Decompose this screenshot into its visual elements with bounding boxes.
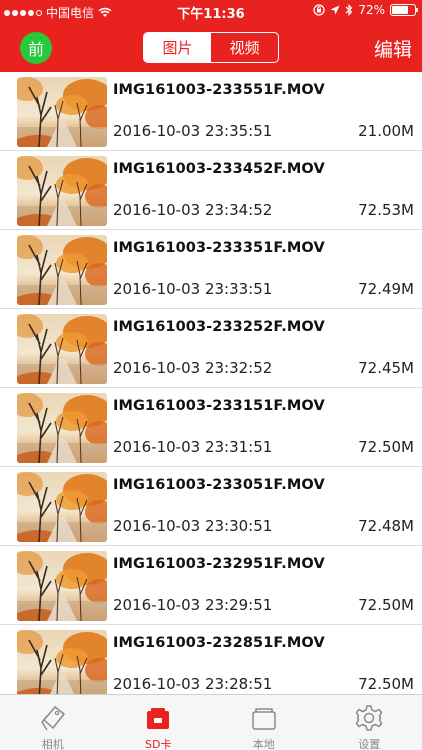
file-row[interactable]: IMG161003-233252F.MOV 2016-10-03 23:32:52… [0,309,422,388]
file-datetime: 2016-10-03 23:32:52 [113,359,273,377]
file-size: 72.50M [358,438,414,456]
file-row[interactable]: IMG161003-233551F.MOV 2016-10-03 23:35:51… [0,72,422,151]
tab-sd-card[interactable]: SD卡 [106,695,212,750]
file-row[interactable]: IMG161003-233151F.MOV 2016-10-03 23:31:51… [0,388,422,467]
tab-sd-card-label: SD卡 [145,738,172,750]
gear-icon [356,705,383,731]
file-name: IMG161003-232951F.MOV [113,556,325,572]
file-name: IMG161003-233351F.MOV [113,240,325,256]
file-row[interactable]: IMG161003-233351F.MOV 2016-10-03 23:33:51… [0,230,422,309]
file-size: 72.49M [358,280,414,298]
battery-level-fill [392,6,408,14]
video-thumbnail [17,393,107,463]
edit-button[interactable]: 编辑 [374,35,412,62]
tab-camera-label: 相机 [41,738,64,750]
file-datetime: 2016-10-03 23:31:51 [113,438,273,456]
video-thumbnail [17,630,107,694]
camera-tag-icon [41,706,65,731]
tab-local[interactable]: 本地 [211,695,317,750]
file-row[interactable]: IMG161003-233051F.MOV 2016-10-03 23:30:51… [0,467,422,546]
tab-settings[interactable]: 设置 [317,695,422,750]
tab-local-label: 本地 [252,738,275,750]
video-thumbnail [17,235,107,305]
status-right: 72% [313,3,418,17]
status-bar: 中国电信 下午11:36 72% [0,0,422,22]
file-list: IMG161003-233551F.MOV 2016-10-03 23:35:51… [0,72,422,694]
location-icon [330,5,340,15]
file-row[interactable]: IMG161003-232851F.MOV 2016-10-03 23:28:51… [0,625,422,694]
sd-card-icon [147,708,170,729]
segment-photos[interactable]: 图片 [144,33,211,62]
tab-settings-label: 设置 [358,738,381,750]
video-thumbnail [17,156,107,226]
file-datetime: 2016-10-03 23:28:51 [113,675,273,693]
file-datetime: 2016-10-03 23:33:51 [113,280,273,298]
file-name: IMG161003-233252F.MOV [113,319,325,335]
bluetooth-icon [345,4,353,16]
file-datetime: 2016-10-03 23:29:51 [113,596,273,614]
file-name: IMG161003-233551F.MOV [113,82,325,98]
file-size: 72.45M [358,359,414,377]
tab-bar: 相机 SD卡 本地 设置 [0,694,422,750]
front-camera-button[interactable]: 前 [20,32,52,64]
file-size: 72.53M [358,201,414,219]
rotation-lock-icon [313,4,325,16]
tab-camera[interactable]: 相机 [0,695,106,750]
file-size: 72.50M [358,596,414,614]
segment-videos[interactable]: 视频 [211,33,278,62]
file-name: IMG161003-232851F.MOV [113,635,325,651]
file-datetime: 2016-10-03 23:34:52 [113,201,273,219]
video-thumbnail [17,472,107,542]
file-name: IMG161003-233051F.MOV [113,477,325,493]
nav-bar: 前 图片 视频 编辑 [0,22,422,72]
file-size: 72.50M [358,675,414,693]
video-thumbnail [17,77,107,147]
battery-icon [390,4,418,16]
file-name: IMG161003-233452F.MOV [113,161,325,177]
file-name: IMG161003-233151F.MOV [113,398,325,414]
file-size: 21.00M [358,122,414,140]
video-thumbnail [17,314,107,384]
media-type-segmented-control: 图片 视频 [143,32,279,63]
battery-percent: 72% [358,3,385,17]
file-row[interactable]: IMG161003-232951F.MOV 2016-10-03 23:29:51… [0,546,422,625]
app-header: 中国电信 下午11:36 72% 前 图片 视频 编辑 [0,0,422,72]
file-row[interactable]: IMG161003-233452F.MOV 2016-10-03 23:34:52… [0,151,422,230]
video-thumbnail [17,551,107,621]
file-datetime: 2016-10-03 23:30:51 [113,517,273,535]
folder-icon [252,708,276,730]
file-datetime: 2016-10-03 23:35:51 [113,122,273,140]
file-size: 72.48M [358,517,414,535]
